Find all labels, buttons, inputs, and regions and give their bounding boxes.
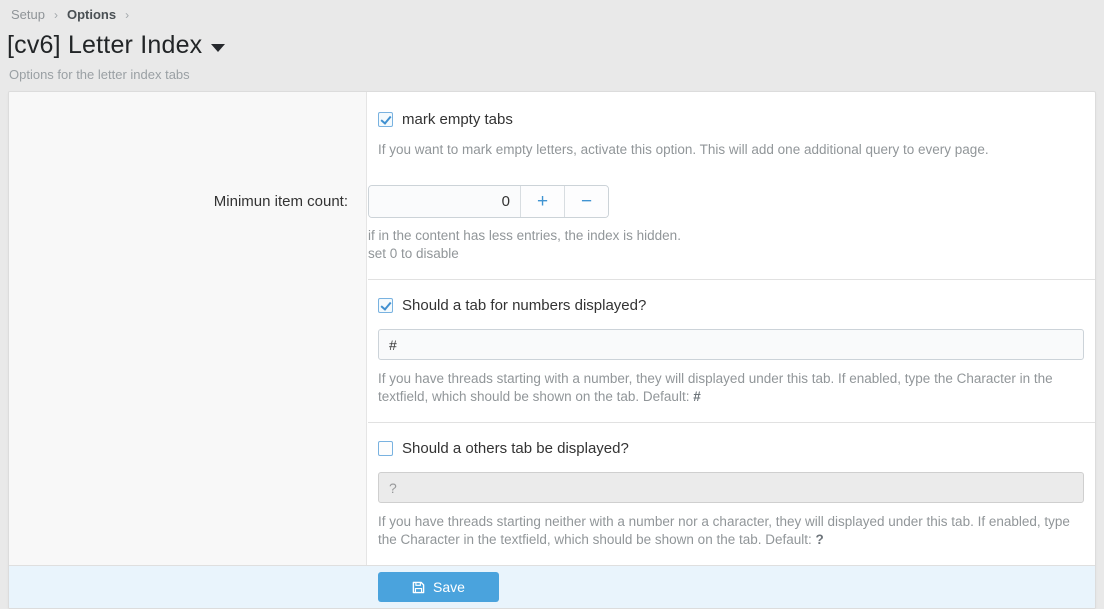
page-title-dropdown[interactable]: [cv6] Letter Index [7, 31, 1104, 60]
option-row-numbers-tab: Should a tab for numbers displayed? If y… [368, 280, 1095, 406]
page-subtitle: Options for the letter index tabs [9, 67, 1104, 82]
breadcrumb: Setup › Options › [0, 0, 1104, 22]
checkbox-label: Should a others tab be displayed? [402, 440, 629, 457]
options-form-panel: mark empty tabs If you want to mark empt… [8, 91, 1096, 609]
decrement-button[interactable]: − [564, 186, 608, 217]
numbers-tab-checkbox[interactable] [378, 298, 393, 313]
page-title: [cv6] Letter Index [7, 31, 202, 60]
field-description-line: if in the content has less entries, the … [368, 227, 1084, 245]
checkbox-label: Should a tab for numbers displayed? [402, 297, 646, 314]
field-description-line: set 0 to disable [368, 245, 1084, 263]
option-description: If you have threads starting with a numb… [378, 370, 1070, 406]
minimum-item-count-input[interactable] [369, 186, 520, 217]
save-button-label: Save [433, 579, 465, 595]
option-description-text: If you have threads starting with a numb… [378, 371, 1053, 404]
default-value: ? [816, 532, 824, 547]
save-button[interactable]: Save [378, 572, 499, 602]
default-value: # [693, 389, 701, 404]
minimum-item-count-stepper: + − [368, 185, 609, 218]
breadcrumb-item-setup[interactable]: Setup [11, 7, 45, 22]
mark-empty-tabs-checkbox[interactable] [378, 112, 393, 127]
breadcrumb-separator-icon: › [125, 8, 129, 22]
option-row-others-tab: Should a others tab be displayed? If you… [368, 423, 1095, 565]
others-tab-checkbox[interactable] [378, 441, 393, 456]
option-description-text: If you have threads starting neither wit… [378, 514, 1070, 547]
breadcrumb-separator-icon: › [54, 8, 58, 22]
save-floppy-icon [412, 581, 425, 594]
checkbox-label: mark empty tabs [402, 111, 513, 128]
field-label: Minimun item count: [9, 185, 358, 263]
options-form-content: mark empty tabs If you want to mark empt… [9, 92, 1095, 565]
breadcrumb-item-options[interactable]: Options [67, 7, 116, 22]
numbers-tab-option[interactable]: Should a tab for numbers displayed? [378, 297, 646, 314]
option-row-minimum-item-count: Minimun item count: + − if in the conten… [9, 185, 1095, 263]
others-tab-character-input[interactable] [378, 472, 1084, 503]
numbers-tab-character-input[interactable] [378, 329, 1084, 360]
others-tab-option[interactable]: Should a others tab be displayed? [378, 440, 629, 457]
option-description: If you want to mark empty letters, activ… [378, 141, 1084, 159]
mark-empty-tabs-option[interactable]: mark empty tabs [378, 111, 513, 128]
option-row-mark-empty-tabs: mark empty tabs If you want to mark empt… [368, 92, 1095, 159]
form-footer: Save [9, 565, 1095, 608]
dropdown-caret-icon [211, 44, 225, 52]
increment-button[interactable]: + [520, 186, 564, 217]
option-description: If you have threads starting neither wit… [378, 513, 1070, 549]
options-page: Setup › Options › [cv6] Letter Index Opt… [0, 0, 1104, 609]
field-control-area: + − if in the content has less entries, … [358, 185, 1095, 263]
